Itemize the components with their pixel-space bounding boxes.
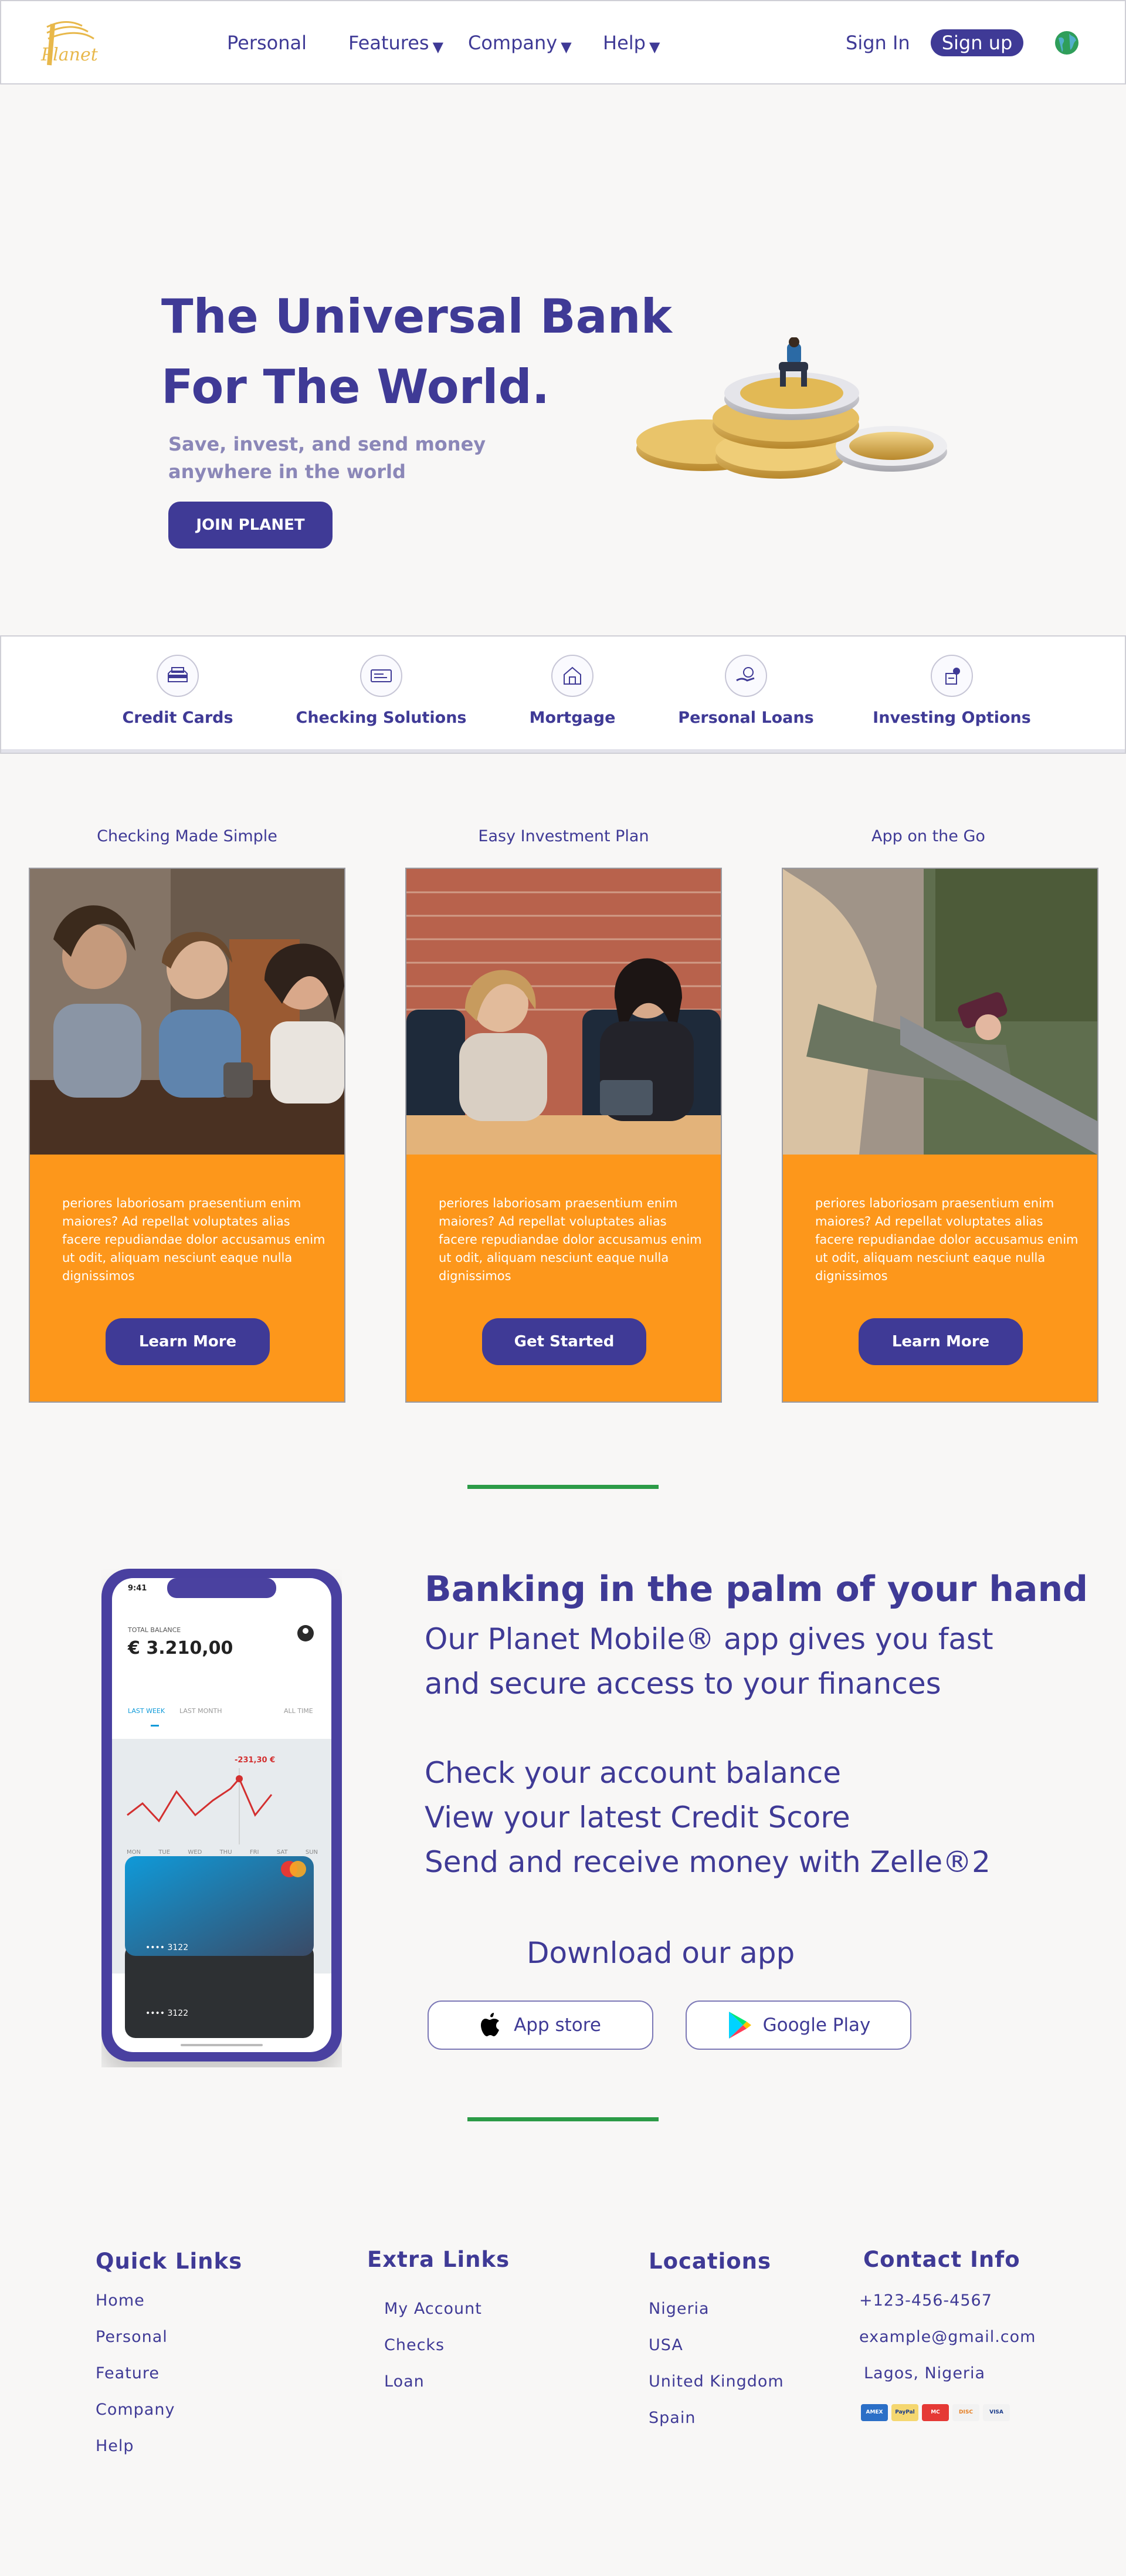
credit-card-icon — [157, 655, 199, 697]
phone-hands-photo — [783, 869, 1097, 1155]
phone-balance: € 3.210,00 — [128, 1638, 233, 1658]
learn-more-button[interactable]: Learn More — [859, 1318, 1023, 1365]
footer-loc-spain[interactable]: Spain — [649, 2409, 696, 2427]
section-divider — [467, 1485, 659, 1489]
app-store-button[interactable]: App store — [428, 2000, 653, 2050]
phone-card1-number: •••• 3122 — [145, 1943, 189, 1952]
footer-contact-address: Lagos, Nigeria — [864, 2364, 986, 2382]
app-intro-line2: and secure access to your finances — [425, 1667, 941, 1701]
google-play-button[interactable]: Google Play — [686, 2000, 911, 2050]
footer-quick-heading: Quick Links — [96, 2249, 243, 2274]
service-label: Checking Solutions — [296, 709, 467, 727]
footer-link-feature[interactable]: Feature — [96, 2364, 160, 2382]
checking-icon — [360, 655, 402, 697]
footer-link-loan[interactable]: Loan — [384, 2372, 425, 2391]
discover-icon: DISC — [952, 2404, 979, 2421]
footer-contact-phone[interactable]: +123-456-4567 — [859, 2291, 992, 2310]
service-checking-solutions[interactable]: Checking Solutions — [293, 655, 469, 727]
paypal-icon: PayPal — [891, 2404, 918, 2421]
footer-link-my-account[interactable]: My Account — [384, 2300, 482, 2318]
card-title-checking: Checking Made Simple — [97, 827, 277, 845]
coins-illustration — [636, 337, 947, 479]
footer-loc-nigeria[interactable]: Nigeria — [649, 2300, 710, 2318]
footer-locations-heading: Locations — [649, 2249, 772, 2274]
house-icon — [551, 655, 593, 697]
phone-change: -231,30 € — [235, 1756, 276, 1765]
join-planet-button[interactable]: JOIN PLANET — [168, 502, 333, 549]
nav-company[interactable]: Company ▼ — [468, 32, 572, 55]
chevron-down-icon: ▼ — [432, 39, 444, 55]
card-title-app: App on the Go — [871, 827, 985, 845]
service-label: Investing Options — [873, 709, 1031, 727]
footer-loc-usa[interactable]: USA — [649, 2336, 683, 2354]
download-heading: Download our app — [527, 1936, 795, 1970]
phone-balance-label: TOTAL BALANCE — [128, 1626, 181, 1634]
friends-photo — [30, 869, 344, 1155]
phone-days: MON TUE WED THU FRI SAT SUN — [127, 1849, 318, 1856]
footer-link-checks[interactable]: Checks — [384, 2336, 445, 2354]
footer-link-company[interactable]: Company — [96, 2401, 175, 2419]
signup-button[interactable]: Sign up — [931, 29, 1023, 56]
google-play-label: Google Play — [762, 2015, 871, 2036]
hero-title: The Universal Bank For The World. — [161, 282, 689, 422]
phone-time: 9:41 — [128, 1584, 147, 1593]
service-label: Credit Cards — [122, 709, 233, 727]
footer-link-personal[interactable]: Personal — [96, 2328, 168, 2346]
nav-personal[interactable]: Personal — [227, 32, 307, 54]
hero-title-line2: For The World. — [161, 360, 550, 414]
hero-subtitle-line1: Save, invest, and send money — [168, 433, 486, 455]
footer-loc-uk[interactable]: United Kingdom — [649, 2372, 784, 2391]
section-divider — [467, 2117, 659, 2121]
service-mortgage[interactable]: Mortgage — [484, 655, 660, 727]
logo-text: Planet — [41, 45, 98, 65]
app-feature-zelle: Send and receive money with Zelle®2 — [425, 1845, 991, 1879]
footer-extra-heading: Extra Links — [367, 2247, 510, 2272]
service-investing-options[interactable]: Investing Options — [864, 655, 1040, 727]
investing-icon — [931, 655, 973, 697]
feature-card-app: periores laboriosam praesentium enim mai… — [782, 868, 1098, 1403]
hero-title-line1: The Universal Bank — [161, 289, 672, 344]
phone-tab-all[interactable]: ALL TIME — [284, 1707, 313, 1715]
signin-link[interactable]: Sign In — [846, 32, 910, 54]
phone-tab-week[interactable]: LAST WEEK — [128, 1707, 165, 1715]
meeting-photo — [406, 869, 721, 1155]
app-feature-balance: Check your account balance — [425, 1756, 841, 1790]
phone-tab-month[interactable]: LAST MONTH — [179, 1707, 222, 1715]
phone-card2-number: •••• 3122 — [145, 2009, 189, 2018]
feature-card-investment: periores laboriosam praesentium enim mai… — [405, 868, 722, 1403]
apple-icon — [481, 2013, 500, 2036]
nav-features[interactable]: Features ▼ — [348, 32, 443, 55]
service-credit-cards[interactable]: Credit Cards — [90, 655, 266, 727]
service-label: Mortgage — [529, 709, 616, 727]
nav-help[interactable]: Help ▼ — [603, 32, 660, 55]
chevron-down-icon: ▼ — [561, 39, 572, 55]
amex-icon: AMEX — [861, 2404, 888, 2421]
globe-icon[interactable] — [1054, 30, 1080, 56]
learn-more-button[interactable]: Learn More — [106, 1318, 270, 1365]
hero-subtitle: Save, invest, and send money anywhere in… — [168, 431, 497, 486]
loan-icon — [725, 655, 767, 697]
footer-contact-heading: Contact Info — [863, 2247, 1020, 2272]
card-description: periores laboriosam praesentium enim mai… — [815, 1196, 1078, 1283]
app-intro-line1: Our Planet Mobile® app gives you fast — [425, 1622, 993, 1656]
footer-link-home[interactable]: Home — [96, 2291, 145, 2310]
footer-link-help[interactable]: Help — [96, 2437, 134, 2455]
app-feature-credit: View your latest Credit Score — [425, 1800, 850, 1834]
service-label: Personal Loans — [678, 709, 814, 727]
service-personal-loans[interactable]: Personal Loans — [658, 655, 834, 727]
get-started-button[interactable]: Get Started — [482, 1318, 646, 1365]
card-title-investment: Easy Investment Plan — [478, 827, 649, 845]
card-description: periores laboriosam praesentium enim mai… — [62, 1196, 325, 1283]
footer-contact-email[interactable]: example@gmail.com — [859, 2328, 1036, 2346]
google-play-icon — [728, 2012, 751, 2039]
chevron-down-icon: ▼ — [649, 39, 660, 55]
app-section-title: Banking in the palm of your hand — [425, 1569, 1088, 1610]
visa-icon: VISA — [983, 2404, 1010, 2421]
feature-card-checking: periores laboriosam praesentium enim mai… — [29, 868, 345, 1403]
app-store-label: App store — [514, 2015, 601, 2036]
mastercard-icon: MC — [922, 2404, 949, 2421]
hero-subtitle-line2: anywhere in the world — [168, 461, 406, 483]
card-description: periores laboriosam praesentium enim mai… — [439, 1196, 702, 1283]
